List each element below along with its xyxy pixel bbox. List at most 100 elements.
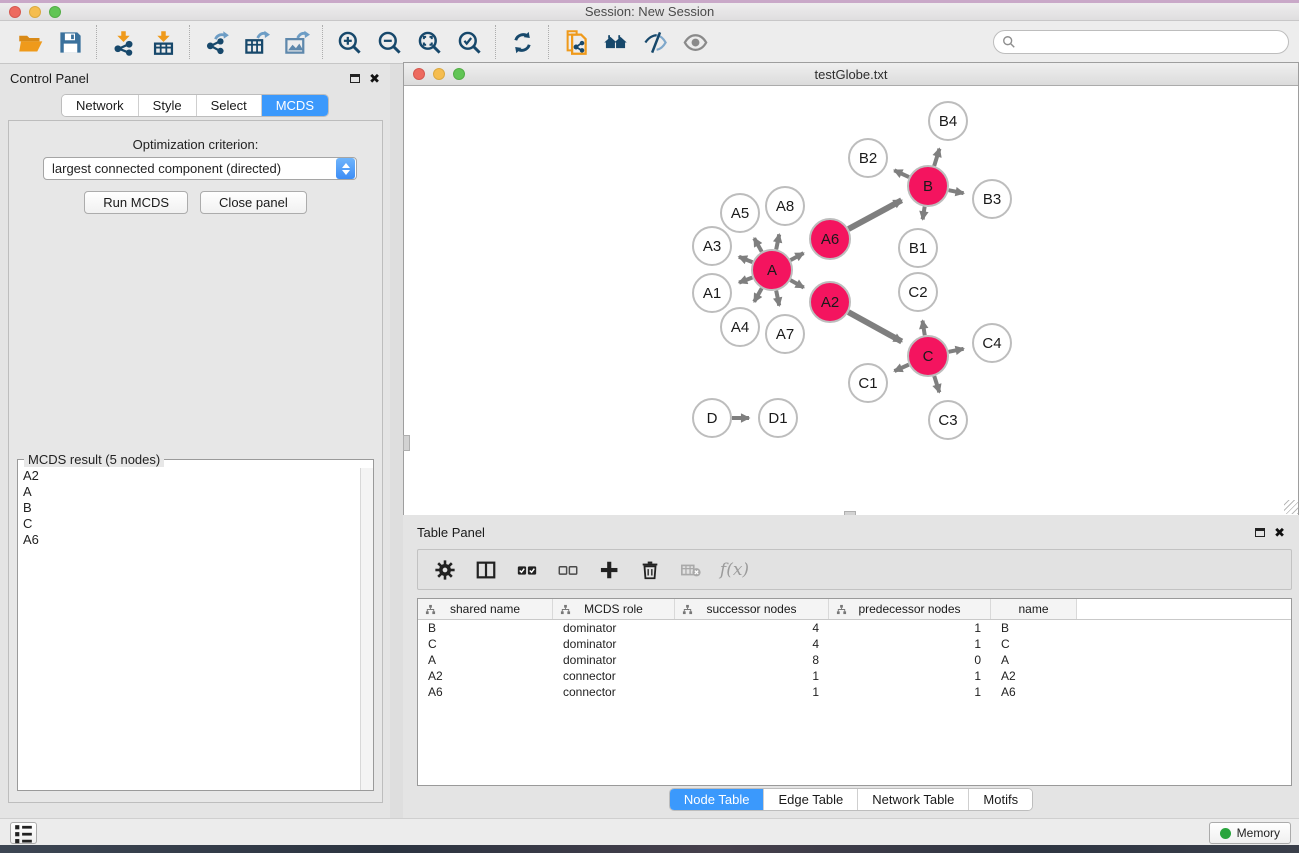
export-network-button[interactable]: [196, 24, 236, 60]
float-table-panel-icon[interactable]: [1255, 528, 1265, 537]
network-node-B3[interactable]: B3: [973, 180, 1011, 218]
zoom-selected-button[interactable]: [449, 24, 489, 60]
import-table-button[interactable]: [143, 24, 183, 60]
edge-A-A8[interactable]: [776, 234, 779, 249]
close-panel-button[interactable]: Close panel: [200, 191, 307, 214]
result-list-item[interactable]: A: [19, 484, 360, 500]
import-network-button[interactable]: [103, 24, 143, 60]
edge-B-B4[interactable]: [934, 149, 939, 166]
network-node-A5[interactable]: A5: [721, 194, 759, 232]
show-columns-button[interactable]: [467, 554, 504, 586]
edge-A-A5[interactable]: [754, 238, 762, 251]
save-session-button[interactable]: [50, 24, 90, 60]
tab-motifs[interactable]: Motifs: [969, 789, 1032, 810]
edge-B-B1[interactable]: [923, 207, 925, 220]
search-input[interactable]: [1021, 35, 1280, 49]
network-node-C2[interactable]: C2: [899, 273, 937, 311]
tab-mcds[interactable]: MCDS: [262, 95, 328, 116]
edge-A-A7[interactable]: [776, 291, 779, 306]
result-scrollbar[interactable]: [360, 468, 373, 790]
edge-C-C1[interactable]: [894, 365, 908, 371]
show-all-button[interactable]: [675, 24, 715, 60]
column-header-name[interactable]: name: [991, 599, 1077, 619]
network-node-D1[interactable]: D1: [759, 399, 797, 437]
network-node-B4[interactable]: B4: [929, 102, 967, 140]
network-node-C3[interactable]: C3: [929, 401, 967, 439]
edge-A6-B[interactable]: [848, 200, 901, 229]
hide-unselected-button[interactable]: [635, 24, 675, 60]
result-list-item[interactable]: A2: [19, 468, 360, 484]
tab-select[interactable]: Select: [197, 95, 262, 116]
edge-A-A1[interactable]: [739, 278, 752, 283]
network-node-A2[interactable]: A2: [810, 282, 850, 322]
network-node-B[interactable]: B: [908, 166, 948, 206]
float-panel-icon[interactable]: [350, 74, 360, 83]
table-row[interactable]: Bdominator41B: [418, 620, 1291, 636]
select-all-button[interactable]: [508, 554, 545, 586]
close-panel-icon[interactable]: ✖: [369, 72, 380, 85]
table-row[interactable]: Cdominator41C: [418, 636, 1291, 652]
open-file-button[interactable]: [10, 24, 50, 60]
edge-C-C2[interactable]: [922, 321, 924, 336]
result-list-item[interactable]: A6: [19, 532, 360, 548]
column-header-predecessor-nodes[interactable]: predecessor nodes: [829, 599, 991, 619]
network-node-A4[interactable]: A4: [721, 308, 759, 346]
network-node-A6[interactable]: A6: [810, 219, 850, 259]
mcds-result-list[interactable]: A2ABCA6: [19, 468, 360, 789]
add-row-button[interactable]: [590, 554, 627, 586]
edge-C-C3[interactable]: [934, 376, 939, 392]
network-node-A3[interactable]: A3: [693, 227, 731, 265]
zoom-out-button[interactable]: [369, 24, 409, 60]
tab-network[interactable]: Network: [62, 95, 139, 116]
network-canvas[interactable]: B4B2BB3A8A5A6A3B1AC2A1A2A4A7C4CC1C3DD1: [404, 86, 1298, 515]
tab-network-table[interactable]: Network Table: [858, 789, 969, 810]
network-node-A8[interactable]: A8: [766, 187, 804, 225]
edge-A-A6[interactable]: [791, 253, 804, 260]
table-row[interactable]: Adominator80A: [418, 652, 1291, 668]
network-node-A[interactable]: A: [752, 250, 792, 290]
edge-C-C4[interactable]: [949, 349, 964, 352]
result-list-item[interactable]: B: [19, 500, 360, 516]
optimization-criterion-select[interactable]: largest connected component (directed): [43, 157, 357, 180]
deselect-all-button[interactable]: [549, 554, 586, 586]
column-header-shared-name[interactable]: shared name: [418, 599, 553, 619]
network-node-A1[interactable]: A1: [693, 274, 731, 312]
left-splitter-handle[interactable]: [403, 435, 410, 451]
zoom-fit-button[interactable]: [409, 24, 449, 60]
memory-button[interactable]: Memory: [1209, 822, 1291, 844]
network-node-C4[interactable]: C4: [973, 324, 1011, 362]
delete-row-button[interactable]: [631, 554, 668, 586]
run-mcds-button[interactable]: Run MCDS: [84, 191, 188, 214]
network-node-C1[interactable]: C1: [849, 364, 887, 402]
network-node-C[interactable]: C: [908, 336, 948, 376]
refresh-layout-button[interactable]: [502, 24, 542, 60]
zoom-in-button[interactable]: [329, 24, 369, 60]
edge-A2-C[interactable]: [848, 312, 901, 341]
new-session-from-selection-button[interactable]: [555, 24, 595, 60]
tab-style[interactable]: Style: [139, 95, 197, 116]
edge-A-A3[interactable]: [739, 257, 753, 262]
edge-B-B3[interactable]: [949, 190, 964, 193]
panel-splitter[interactable]: [390, 64, 403, 818]
task-history-button[interactable]: [10, 822, 37, 844]
edge-A-A2[interactable]: [790, 280, 803, 287]
column-header-successor-nodes[interactable]: successor nodes: [675, 599, 829, 619]
column-header-MCDS-role[interactable]: MCDS role: [553, 599, 675, 619]
result-list-item[interactable]: C: [19, 516, 360, 532]
network-node-A7[interactable]: A7: [766, 315, 804, 353]
home-button[interactable]: [595, 24, 635, 60]
export-image-button[interactable]: [276, 24, 316, 60]
edge-A-A4[interactable]: [754, 288, 762, 301]
edge-B-B2[interactable]: [894, 170, 909, 177]
close-table-panel-icon[interactable]: ✖: [1274, 526, 1285, 539]
resize-grip-icon[interactable]: [1284, 500, 1298, 514]
search-box[interactable]: [993, 30, 1289, 54]
table-row[interactable]: A2connector11A2: [418, 668, 1291, 684]
settings-button[interactable]: [426, 554, 463, 586]
table-row[interactable]: A6connector11A6: [418, 684, 1291, 700]
function-builder-button[interactable]: f(x): [713, 554, 750, 586]
tab-edge-table[interactable]: Edge Table: [764, 789, 858, 810]
delete-table-button[interactable]: [672, 554, 709, 586]
network-node-B1[interactable]: B1: [899, 229, 937, 267]
tab-node-table[interactable]: Node Table: [670, 789, 765, 810]
